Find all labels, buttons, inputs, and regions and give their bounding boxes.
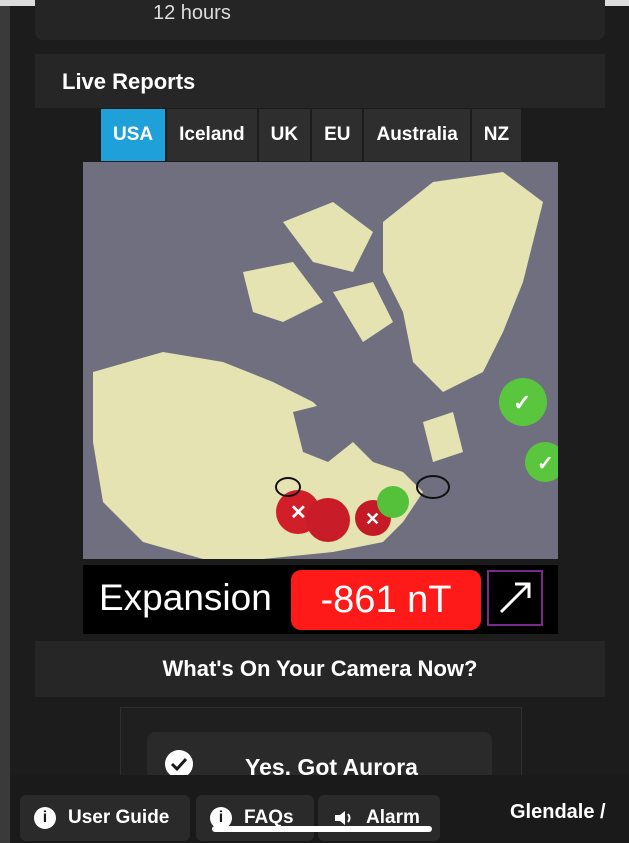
alarm-button[interactable]: Alarm (318, 795, 440, 841)
tab-australia[interactable]: Australia (364, 109, 470, 161)
check-icon (165, 750, 193, 778)
map-graphic: ✕ ✕ ✓ ✓ (93, 172, 558, 559)
info-icon: i (34, 807, 56, 829)
forecast-duration-text: 12 hours (153, 2, 231, 24)
region-tabs: USA Iceland UK EU Australia NZ (101, 109, 523, 161)
left-edge (0, 0, 10, 843)
tab-nz[interactable]: NZ (471, 109, 522, 161)
camera-title: What's On Your Camera Now? (162, 656, 478, 681)
expansion-value: -861 nT (291, 570, 481, 630)
bottom-navigation: i User Guide i FAQs Alarm Glendale / (10, 775, 629, 843)
faqs-button[interactable]: i FAQs (196, 795, 314, 841)
live-reports-header: Live Reports (35, 54, 605, 108)
svg-text:✕: ✕ (365, 509, 380, 529)
tab-eu[interactable]: EU (312, 109, 363, 161)
tab-iceland[interactable]: Iceland (167, 109, 257, 161)
live-reports-title: Live Reports (62, 69, 196, 94)
svg-text:✕: ✕ (290, 502, 307, 524)
report-marker-positive[interactable]: ✓ ✓ (377, 378, 558, 518)
reports-map[interactable]: ✕ ✕ ✓ ✓ (83, 162, 558, 559)
expansion-indicator: Expansion -861 nT (83, 565, 558, 634)
tab-usa[interactable]: USA (101, 109, 166, 161)
location-label[interactable]: Glendale / (510, 801, 606, 824)
svg-text:✓: ✓ (537, 453, 554, 475)
user-guide-button[interactable]: i User Guide (20, 795, 190, 841)
home-indicator (212, 826, 432, 832)
tab-uk[interactable]: UK (258, 109, 311, 161)
forecast-card: 12 hours (35, 0, 605, 40)
user-guide-label: User Guide (68, 807, 170, 828)
trend-arrow-icon (487, 570, 543, 626)
camera-header: What's On Your Camera Now? (35, 641, 605, 697)
expansion-label: Expansion (99, 577, 272, 618)
svg-text:✓: ✓ (513, 390, 531, 415)
